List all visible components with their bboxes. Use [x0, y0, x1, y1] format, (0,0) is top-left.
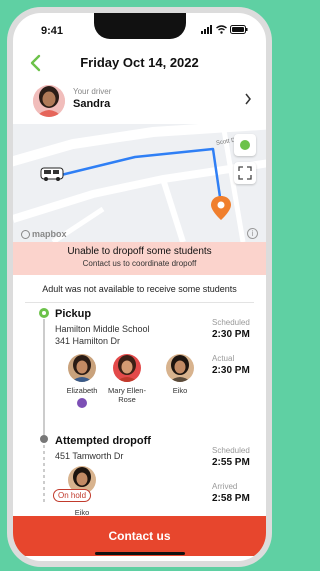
dropoff-address: 451 Tamworth Dr	[55, 451, 124, 461]
phone-frame: 9:41 Friday Oct 14, 2022 Your driver San…	[7, 7, 272, 567]
dropoff-title: Attempted dropoff	[55, 435, 151, 447]
locate-dot-icon	[240, 140, 250, 150]
header: Friday Oct 14, 2022	[13, 53, 266, 73]
driver-label: Your driver	[73, 87, 112, 96]
user-badge-icon	[77, 398, 87, 408]
timeline	[39, 308, 49, 505]
divider	[25, 302, 254, 303]
dropoff-arrived-time: 2:58 PM	[212, 493, 250, 504]
map[interactable]: Scott Dr mapbox i	[13, 124, 266, 242]
on-hold-badge: On hold	[53, 489, 92, 502]
pickup-scheduled-time: 2:30 PM	[212, 329, 250, 340]
van-icon	[40, 167, 64, 181]
contact-us-button[interactable]: Contact us	[13, 516, 266, 556]
student-card[interactable]: Mary Ellen-Rose	[107, 354, 147, 404]
chevron-right-icon	[245, 93, 251, 105]
signal-icon	[201, 25, 212, 34]
student-name: Elizabeth	[66, 386, 98, 395]
driver-row[interactable]: Your driver Sandra	[13, 85, 266, 127]
pickup-school: Hamilton Middle School	[55, 324, 150, 334]
status-time: 9:41	[41, 25, 64, 37]
driver-name: Sandra	[73, 98, 111, 110]
expand-icon	[238, 166, 252, 180]
dropoff-scheduled-time: 2:55 PM	[212, 457, 250, 468]
location-button[interactable]	[234, 134, 256, 156]
pickup-actual-label: Actual	[212, 354, 235, 363]
home-indicator	[94, 552, 185, 555]
student-card[interactable]: Eiko	[160, 354, 200, 395]
student-card[interactable]: Elizabeth	[62, 354, 102, 413]
student-avatar	[113, 354, 141, 382]
driver-photo	[33, 85, 65, 117]
mapbox-watermark: mapbox	[32, 229, 67, 239]
mapbox-logo-icon	[21, 229, 30, 239]
fullscreen-button[interactable]	[234, 162, 256, 184]
pickup-title: Pickup	[55, 308, 92, 320]
info-text: Adult was not available to receive some …	[42, 284, 237, 294]
screen: 9:41 Friday Oct 14, 2022 Your driver San…	[13, 13, 266, 561]
dropoff-arrived-label: Arrived	[212, 482, 238, 491]
battery-icon	[230, 25, 248, 34]
student-name: Mary Ellen-Rose	[108, 386, 146, 404]
info-icon[interactable]: i	[247, 228, 258, 239]
driver-avatar	[33, 85, 65, 117]
status-icons	[201, 25, 248, 34]
student-avatar	[68, 354, 96, 382]
notch	[93, 13, 186, 39]
pickup-actual-time: 2:30 PM	[212, 365, 250, 376]
dropoff-scheduled-label: Scheduled	[212, 446, 250, 455]
pickup-address: 341 Hamilton Dr	[55, 336, 121, 346]
page-title: Friday Oct 14, 2022	[80, 55, 199, 70]
student-avatar	[166, 354, 194, 382]
pickup-scheduled-label: Scheduled	[212, 318, 250, 327]
wifi-icon	[216, 25, 227, 34]
alert-title: Unable to dropoff some students	[67, 246, 212, 257]
mapbox-logo: mapbox	[21, 229, 67, 239]
student-name: Eiko	[172, 386, 188, 395]
alert-banner: Unable to dropoff some students Contact …	[13, 242, 266, 275]
alert-subtitle: Contact us to coordinate dropoff	[82, 259, 197, 268]
